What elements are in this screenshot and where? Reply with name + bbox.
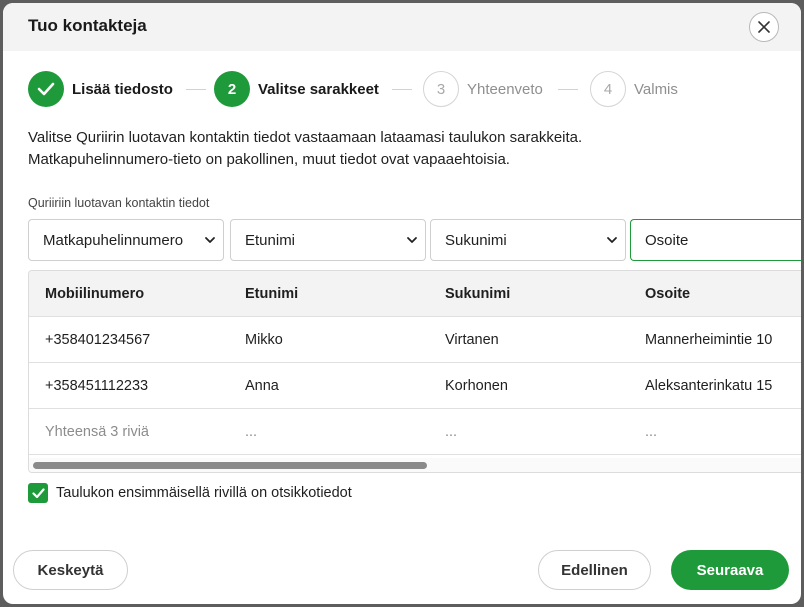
step-label: Yhteenveto [467, 80, 543, 98]
table-row: +358401234567 Mikko Virtanen Mannerheimi… [29, 317, 801, 363]
step-done-circle [28, 71, 64, 107]
close-icon [758, 21, 770, 33]
step-number: 2 [214, 71, 250, 107]
column-header: Osoite [645, 286, 691, 302]
select-value: Etunimi [245, 231, 296, 249]
step-done: 4 Valmis [590, 71, 678, 107]
back-button[interactable]: Edellinen [538, 550, 651, 590]
check-icon [31, 487, 45, 498]
table-cell: Anna [245, 378, 279, 394]
scrollbar-thumb[interactable] [33, 462, 427, 469]
column-select-4[interactable]: Osoite [630, 219, 801, 261]
step-label: Lisää tiedosto [72, 80, 173, 98]
intro-line: Matkapuhelinnumero-tieto on pakollinen, … [28, 151, 510, 168]
select-value: Sukunimi [445, 231, 507, 249]
column-select-3[interactable]: Sukunimi [430, 219, 626, 261]
table-total-row: Yhteensä 3 riviä ... ... ... [29, 409, 801, 455]
table-cell: Virtanen [445, 332, 499, 348]
table-row: +358451112233 Anna Korhonen Aleksanterin… [29, 363, 801, 409]
column-select-2[interactable]: Etunimi [230, 219, 426, 261]
dialog-header: Tuo kontakteja [3, 3, 801, 51]
column-header: Mobiilinumero [45, 286, 145, 302]
select-value: Osoite [645, 231, 689, 249]
step-summary: 3 Yhteenveto [423, 71, 543, 107]
step-label: Valitse sarakkeet [258, 80, 379, 98]
chevron-down-icon [607, 237, 617, 243]
column-header: Etunimi [245, 286, 299, 302]
chevron-down-icon [205, 237, 215, 243]
step-add-file: Lisää tiedosto [28, 71, 173, 107]
horizontal-scrollbar[interactable] [29, 458, 801, 472]
cancel-button[interactable]: Keskeytä [13, 550, 128, 590]
step-divider [392, 89, 412, 90]
header-row-option: Taulukon ensimmäisellä rivillä on otsikk… [28, 482, 352, 504]
column-select-1[interactable]: Matkapuhelinnumero [28, 219, 224, 261]
table-cell: ... [645, 424, 658, 440]
step-number: 4 [590, 71, 626, 107]
chevron-down-icon [407, 237, 417, 243]
table-cell: ... [245, 424, 258, 440]
table-cell: Mannerheimintie 10 [645, 332, 773, 348]
table-header-row: Mobiilinumero Etunimi Sukunimi Osoite [29, 271, 801, 317]
table-cell: ... [445, 424, 458, 440]
intro-line: Valitse Quriirin luotavan kontaktin tied… [28, 129, 583, 146]
next-button[interactable]: Seuraava [671, 550, 789, 590]
preview-table: Mobiilinumero Etunimi Sukunimi Osoite +3… [28, 270, 801, 473]
table-cell: +358451112233 [45, 378, 149, 394]
dialog-title: Tuo kontakteja [28, 16, 147, 35]
step-number: 3 [423, 71, 459, 107]
step-divider [186, 89, 206, 90]
mapping-section-label: Quriiriin luotavan kontaktin tiedot [28, 196, 210, 210]
table-cell: +358401234567 [45, 332, 151, 348]
table-cell: Aleksanterinkatu 15 [645, 378, 773, 394]
close-button[interactable] [749, 12, 779, 42]
step-label: Valmis [634, 80, 678, 98]
step-select-columns: 2 Valitse sarakkeet [214, 71, 379, 107]
column-mapping-selects: Matkapuhelinnumero Etunimi Sukunimi Osoi… [28, 219, 801, 261]
check-icon [37, 82, 55, 96]
select-value: Matkapuhelinnumero [43, 231, 184, 249]
checkbox-label: Taulukon ensimmäisellä rivillä on otsikk… [56, 485, 352, 501]
header-row-checkbox[interactable] [28, 483, 48, 503]
table-cell: Mikko [245, 332, 283, 348]
step-divider [558, 89, 578, 90]
import-contacts-dialog: Tuo kontakteja Lisää tiedosto 2 Valitse … [3, 3, 801, 604]
total-rows-label: Yhteensä 3 riviä [45, 424, 149, 440]
intro-text: Valitse Quriirin luotavan kontaktin tied… [28, 127, 778, 171]
stepper: Lisää tiedosto 2 Valitse sarakkeet 3 Yht… [28, 71, 788, 107]
table-cell: Korhonen [445, 378, 508, 394]
column-header: Sukunimi [445, 286, 511, 302]
